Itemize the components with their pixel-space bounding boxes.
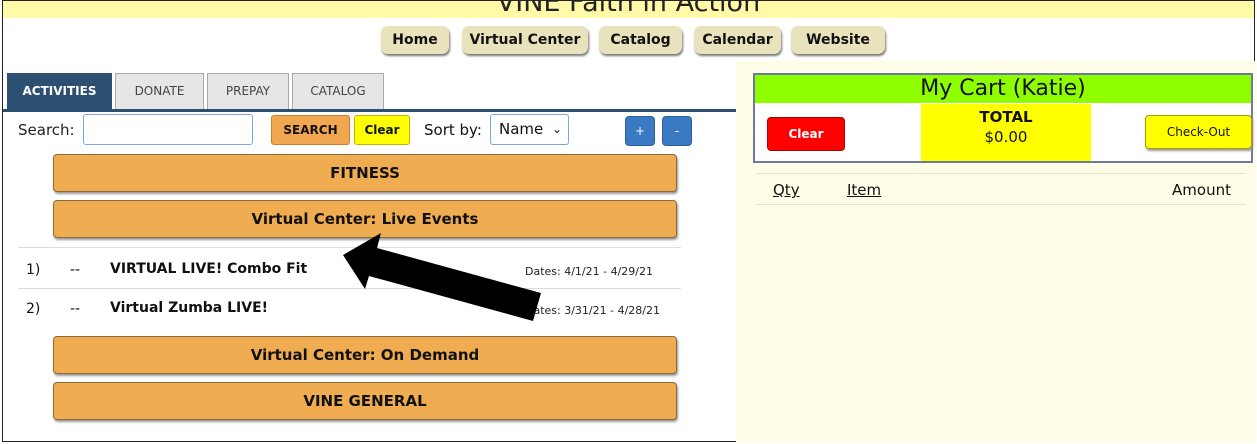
sort-label: Sort by: xyxy=(424,121,482,139)
total-label: TOTAL xyxy=(979,108,1033,126)
cart-panel: My Cart (Katie) Clear TOTAL $0.00 Check-… xyxy=(736,61,1256,443)
search-input[interactable] xyxy=(83,114,253,145)
tab-catalog[interactable]: CATALOG xyxy=(292,73,384,110)
activity-name[interactable]: VIRTUAL LIVE! Combo Fit xyxy=(110,261,307,277)
cart-title: My Cart (Katie) xyxy=(755,75,1251,103)
sort-select[interactable]: Name ⌄ xyxy=(490,114,569,145)
sort-value: Name xyxy=(499,120,544,138)
nav-catalog-button[interactable]: Catalog xyxy=(599,26,682,54)
total-amount: $0.00 xyxy=(984,128,1028,146)
search-bar: Search: SEARCH Clear Sort by: Name ⌄ + - xyxy=(3,112,736,148)
page-frame: VINE Faith in Action Home Virtual Center… xyxy=(2,0,1256,443)
cart-summary: My Cart (Katie) Clear TOTAL $0.00 Check-… xyxy=(753,73,1253,163)
nav-website-button[interactable]: Website xyxy=(791,26,885,54)
activity-number: 1) xyxy=(26,262,41,278)
column-qty[interactable]: Qty xyxy=(773,181,800,199)
tab-prepay[interactable]: PREPAY xyxy=(207,73,289,110)
expand-all-button[interactable]: + xyxy=(625,116,655,146)
category-fitness-button[interactable]: FITNESS xyxy=(53,154,677,192)
activity-name[interactable]: Virtual Zumba LIVE! xyxy=(110,300,268,316)
tab-activities[interactable]: ACTIVITIES xyxy=(7,73,112,110)
nav-calendar-button[interactable]: Calendar xyxy=(694,26,781,54)
cart-table-header: Qty Item Amount xyxy=(756,173,1246,205)
activity-number: 2) xyxy=(26,301,41,317)
cart-total: TOTAL $0.00 xyxy=(921,104,1091,161)
activity-dates: Dates: 4/1/21 - 4/29/21 xyxy=(525,265,653,278)
activity-dash: -- xyxy=(70,262,81,278)
arrow-annotation-icon xyxy=(343,233,541,321)
top-nav: Home Virtual Center Catalog Calendar Web… xyxy=(3,26,1254,56)
activity-dates: Dates: 3/31/21 - 4/28/21 xyxy=(525,304,660,317)
search-label: Search: xyxy=(18,121,75,139)
category-vine-general-button[interactable]: VINE GENERAL xyxy=(53,382,677,420)
checkout-button[interactable]: Check-Out xyxy=(1145,115,1252,149)
chevron-down-icon: ⌄ xyxy=(551,122,562,136)
clear-search-button[interactable]: Clear xyxy=(354,115,410,145)
activity-dash: -- xyxy=(70,301,81,317)
tab-donate[interactable]: DONATE xyxy=(115,73,204,110)
site-title: VINE Faith in Action xyxy=(496,1,761,18)
collapse-all-button[interactable]: - xyxy=(662,116,692,146)
search-button[interactable]: SEARCH xyxy=(271,115,350,145)
cart-clear-button[interactable]: Clear xyxy=(767,117,845,151)
category-on-demand-button[interactable]: Virtual Center: On Demand xyxy=(53,336,677,374)
nav-virtual-center-button[interactable]: Virtual Center xyxy=(462,26,588,54)
column-item[interactable]: Item xyxy=(847,181,881,199)
nav-home-button[interactable]: Home xyxy=(381,26,449,54)
column-amount: Amount xyxy=(1172,181,1231,199)
site-banner: VINE Faith in Action xyxy=(3,1,1254,18)
